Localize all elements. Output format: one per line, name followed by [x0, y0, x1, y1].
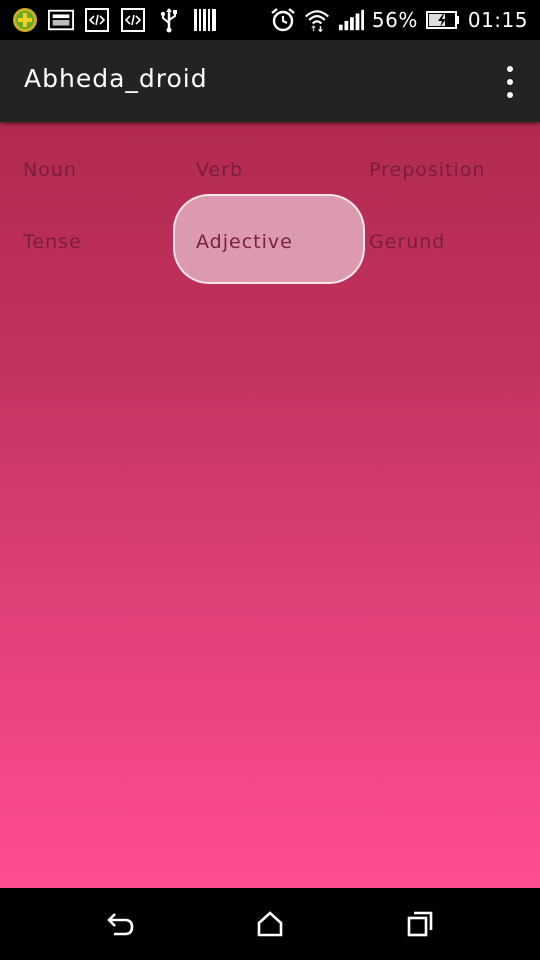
app-bar: Abheda_droid [0, 40, 540, 122]
grid-item-verb[interactable]: Verb [196, 159, 243, 181]
code-icon [120, 7, 146, 33]
home-icon[interactable] [252, 906, 288, 942]
clock: 01:15 [467, 8, 528, 32]
menu-dot [507, 66, 513, 72]
status-bar: 56% 01:15 [0, 0, 540, 40]
usb-icon [156, 7, 182, 33]
recent-apps-icon[interactable] [402, 906, 438, 942]
grid-item-tense[interactable]: Tense [23, 231, 82, 253]
alarm-icon [270, 7, 296, 33]
overflow-menu-icon[interactable] [504, 64, 516, 100]
barcode-icon [192, 7, 218, 33]
word-type-grid: Noun Verb Preposition Tense Adjective Ge… [0, 122, 540, 888]
app-plus-icon [12, 7, 38, 33]
battery-charging-icon [425, 7, 460, 33]
menu-dot [507, 79, 513, 85]
wifi-icon [304, 7, 330, 33]
grid-item-noun[interactable]: Noun [23, 159, 77, 181]
grid-item-adjective[interactable]: Adjective [196, 231, 293, 253]
navigation-bar [0, 888, 540, 960]
back-icon[interactable] [102, 906, 138, 942]
app-title: Abheda_droid [24, 64, 208, 93]
menu-dot [507, 92, 513, 98]
notification-icons [12, 5, 218, 35]
system-icons: 56% 01:15 [270, 5, 528, 35]
signal-icon [338, 7, 364, 33]
grid-item-gerund[interactable]: Gerund [369, 231, 445, 253]
code-icon [84, 7, 110, 33]
grid-item-preposition[interactable]: Preposition [369, 159, 485, 181]
image-icon [48, 7, 74, 33]
battery-percent: 56% [371, 8, 418, 32]
